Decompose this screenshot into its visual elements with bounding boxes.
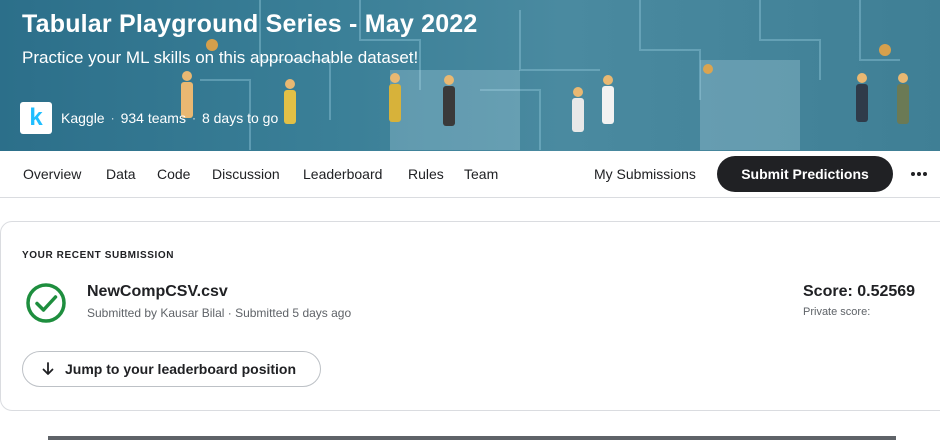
tab-code[interactable]: Code xyxy=(157,166,190,182)
scrollbar-track[interactable] xyxy=(48,436,896,440)
meta-separator: · xyxy=(191,111,196,125)
private-score: Private score: xyxy=(803,306,871,318)
competition-meta: k Kaggle · 934 teams · 8 days to go xyxy=(20,102,278,134)
submission-filename[interactable]: NewCompCSV.csv xyxy=(87,283,228,301)
competition-title: Tabular Playground Series - May 2022 xyxy=(22,10,478,38)
section-label: YOUR RECENT SUBMISSION xyxy=(22,250,175,261)
competition-subtitle: Practice your ML skills on this approach… xyxy=(22,48,419,67)
my-submissions-link[interactable]: My Submissions xyxy=(594,166,696,182)
arrow-down-icon xyxy=(42,362,54,375)
public-score: Score: 0.52569 xyxy=(803,283,916,300)
jump-to-leaderboard-button[interactable]: Jump to your leaderboard position xyxy=(22,351,321,387)
submission-meta: Submitted by Kausar Bilal · Submitted 5 … xyxy=(87,306,352,320)
jump-button-label: Jump to your leaderboard position xyxy=(65,361,297,377)
competition-tabs: Overview Data Code Discussion Leaderboar… xyxy=(0,151,940,198)
tab-rules[interactable]: Rules xyxy=(408,166,444,182)
deadline-text: 8 days to go xyxy=(201,110,279,126)
tab-data[interactable]: Data xyxy=(106,166,136,182)
team-count: 934 teams xyxy=(120,110,186,126)
tab-discussion[interactable]: Discussion xyxy=(212,166,280,182)
success-check-icon xyxy=(26,283,66,323)
meta-separator: · xyxy=(110,111,115,125)
recent-submission-card: YOUR RECENT SUBMISSION NewCompCSV.csv Su… xyxy=(0,221,940,411)
tab-leaderboard[interactable]: Leaderboard xyxy=(303,166,382,182)
competition-header: Tabular Playground Series - May 2022 Pra… xyxy=(0,0,940,151)
tab-overview[interactable]: Overview xyxy=(23,166,81,182)
tab-team[interactable]: Team xyxy=(464,166,498,182)
submit-predictions-button[interactable]: Submit Predictions xyxy=(717,156,893,192)
more-options-icon[interactable] xyxy=(908,161,930,187)
host-name[interactable]: Kaggle xyxy=(61,110,105,126)
kaggle-logo-icon[interactable]: k xyxy=(20,102,52,134)
